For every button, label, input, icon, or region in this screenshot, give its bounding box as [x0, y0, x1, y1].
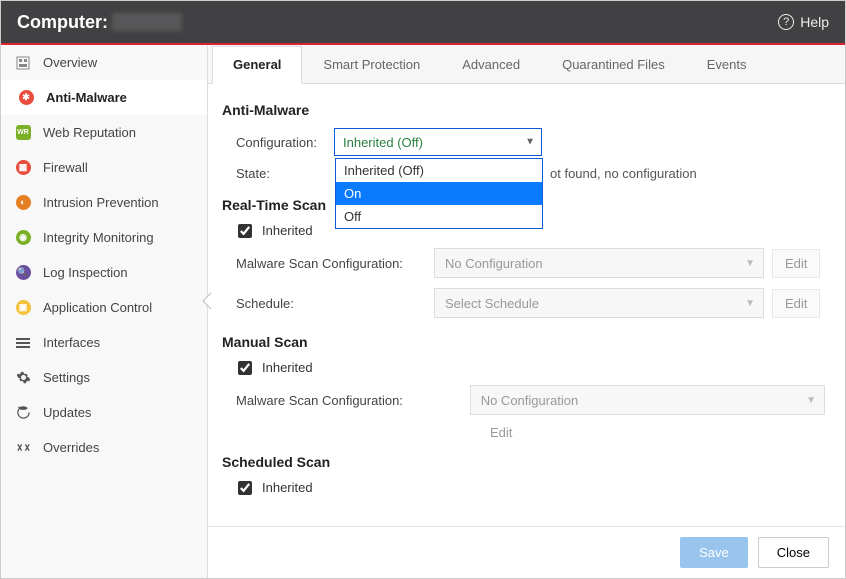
- realtime-schedule-edit-button[interactable]: Edit: [772, 289, 820, 318]
- tab-label: Smart Protection: [323, 57, 420, 72]
- general-panel: Anti-Malware Configuration: Inherited (O…: [208, 84, 845, 526]
- sidebar-item-label: Overview: [43, 55, 97, 70]
- combo-value: No Configuration: [481, 393, 579, 408]
- firewall-icon: ▦: [15, 160, 31, 176]
- sidebar-item-overrides[interactable]: Overrides: [1, 430, 207, 465]
- realtime-malware-config-label: Malware Scan Configuration:: [236, 256, 426, 271]
- tab-label: General: [233, 57, 281, 72]
- sidebar-item-label: Updates: [43, 405, 91, 420]
- configuration-label: Configuration:: [236, 135, 326, 150]
- tab-advanced[interactable]: Advanced: [441, 46, 541, 84]
- footer: Save Close: [208, 526, 845, 578]
- overview-icon: [15, 55, 31, 71]
- tab-bar: General Smart Protection Advanced Quaran…: [208, 45, 845, 84]
- sidebar-item-label: Settings: [43, 370, 90, 385]
- sidebar-item-label: Log Inspection: [43, 265, 128, 280]
- chevron-down-icon: ▼: [525, 137, 535, 148]
- settings-icon: [15, 370, 31, 386]
- sidebar-item-label: Firewall: [43, 160, 88, 175]
- sidebar-item-integrity-monitoring[interactable]: ◉ Integrity Monitoring: [1, 220, 207, 255]
- sidebar-grip-icon[interactable]: [200, 290, 214, 312]
- dropdown-option-on[interactable]: On: [336, 182, 542, 205]
- window-header: Computer: ? Help: [1, 1, 845, 43]
- tab-label: Events: [707, 57, 747, 72]
- chevron-down-icon: ▼: [745, 298, 755, 309]
- sidebar-item-application-control[interactable]: ▣ Application Control: [1, 290, 207, 325]
- combo-value: Select Schedule: [445, 296, 539, 311]
- configuration-select-value: Inherited (Off): [343, 135, 423, 150]
- intrusion-prevention-icon: ◐: [15, 195, 31, 211]
- manual-malware-config-select[interactable]: No Configuration ▼: [470, 385, 825, 415]
- configuration-select[interactable]: Inherited (Off) ▼ Inherited (Off) On Off: [334, 128, 542, 156]
- sidebar-item-label: Integrity Monitoring: [43, 230, 154, 245]
- chevron-down-icon: ▼: [806, 395, 816, 406]
- sidebar-item-label: Application Control: [43, 300, 152, 315]
- close-button[interactable]: Close: [758, 537, 829, 568]
- sidebar-item-label: Overrides: [43, 440, 99, 455]
- tab-label: Quarantined Files: [562, 57, 665, 72]
- manual-inherited-checkbox[interactable]: [238, 361, 252, 375]
- manual-malware-config-label: Malware Scan Configuration:: [236, 393, 419, 408]
- computer-name-redacted: [112, 13, 182, 31]
- option-label: Off: [344, 209, 361, 224]
- dropdown-option-off[interactable]: Off: [336, 205, 542, 228]
- section-anti-malware: Anti-Malware: [222, 102, 825, 118]
- save-button[interactable]: Save: [680, 537, 748, 568]
- sidebar-item-label: Anti-Malware: [46, 90, 127, 105]
- option-label: On: [344, 186, 361, 201]
- sidebar-item-overview[interactable]: Overview: [1, 45, 207, 80]
- sidebar-item-label: Web Reputation: [43, 125, 136, 140]
- section-manual-scan: Manual Scan: [222, 334, 825, 350]
- inherited-label: Inherited: [262, 360, 313, 375]
- help-button[interactable]: ? Help: [778, 14, 829, 30]
- tab-general[interactable]: General: [212, 46, 302, 84]
- chevron-down-icon: ▼: [745, 258, 755, 269]
- sidebar-item-interfaces[interactable]: Interfaces: [1, 325, 207, 360]
- sidebar: Overview ✱ Anti-Malware WR Web Reputatio…: [1, 45, 208, 578]
- sidebar-item-anti-malware[interactable]: ✱ Anti-Malware: [1, 80, 207, 115]
- section-scheduled-scan: Scheduled Scan: [222, 454, 825, 470]
- tab-label: Advanced: [462, 57, 520, 72]
- realtime-malware-edit-button[interactable]: Edit: [772, 249, 820, 278]
- option-label: Inherited (Off): [344, 163, 424, 178]
- application-control-icon: ▣: [15, 300, 31, 316]
- realtime-schedule-select[interactable]: Select Schedule ▼: [434, 288, 764, 318]
- help-icon: ?: [778, 14, 794, 30]
- sidebar-item-label: Intrusion Prevention: [43, 195, 159, 210]
- dropdown-option-inherited[interactable]: Inherited (Off): [336, 159, 542, 182]
- sidebar-item-firewall[interactable]: ▦ Firewall: [1, 150, 207, 185]
- sidebar-item-settings[interactable]: Settings: [1, 360, 207, 395]
- updates-icon: [15, 405, 31, 421]
- sidebar-item-updates[interactable]: Updates: [1, 395, 207, 430]
- integrity-monitoring-icon: ◉: [15, 230, 31, 246]
- help-label: Help: [800, 14, 829, 30]
- realtime-inherited-checkbox[interactable]: [238, 224, 252, 238]
- inherited-label: Inherited: [262, 480, 313, 495]
- anti-malware-icon: ✱: [18, 90, 34, 106]
- log-inspection-icon: 🔍: [15, 265, 31, 281]
- combo-value: No Configuration: [445, 256, 543, 271]
- tab-smart-protection[interactable]: Smart Protection: [302, 46, 441, 84]
- title-prefix: Computer:: [17, 12, 108, 33]
- tab-events[interactable]: Events: [686, 46, 768, 84]
- inherited-label: Inherited: [262, 223, 313, 238]
- sidebar-item-web-reputation[interactable]: WR Web Reputation: [1, 115, 207, 150]
- interfaces-icon: [15, 335, 31, 351]
- configuration-dropdown: Inherited (Off) On Off: [335, 158, 543, 229]
- realtime-malware-config-select[interactable]: No Configuration ▼: [434, 248, 764, 278]
- sidebar-item-label: Interfaces: [43, 335, 100, 350]
- overrides-icon: [15, 440, 31, 456]
- scheduled-inherited-checkbox[interactable]: [238, 481, 252, 495]
- tab-quarantined-files[interactable]: Quarantined Files: [541, 46, 686, 84]
- sidebar-item-intrusion-prevention[interactable]: ◐ Intrusion Prevention: [1, 185, 207, 220]
- window-title: Computer:: [17, 12, 182, 33]
- sidebar-item-log-inspection[interactable]: 🔍 Log Inspection: [1, 255, 207, 290]
- web-reputation-icon: WR: [15, 125, 31, 141]
- state-label: State:: [236, 166, 326, 181]
- schedule-label: Schedule:: [236, 296, 426, 311]
- manual-malware-edit-button[interactable]: Edit: [482, 421, 520, 444]
- state-value: ot found, no configuration: [550, 166, 697, 181]
